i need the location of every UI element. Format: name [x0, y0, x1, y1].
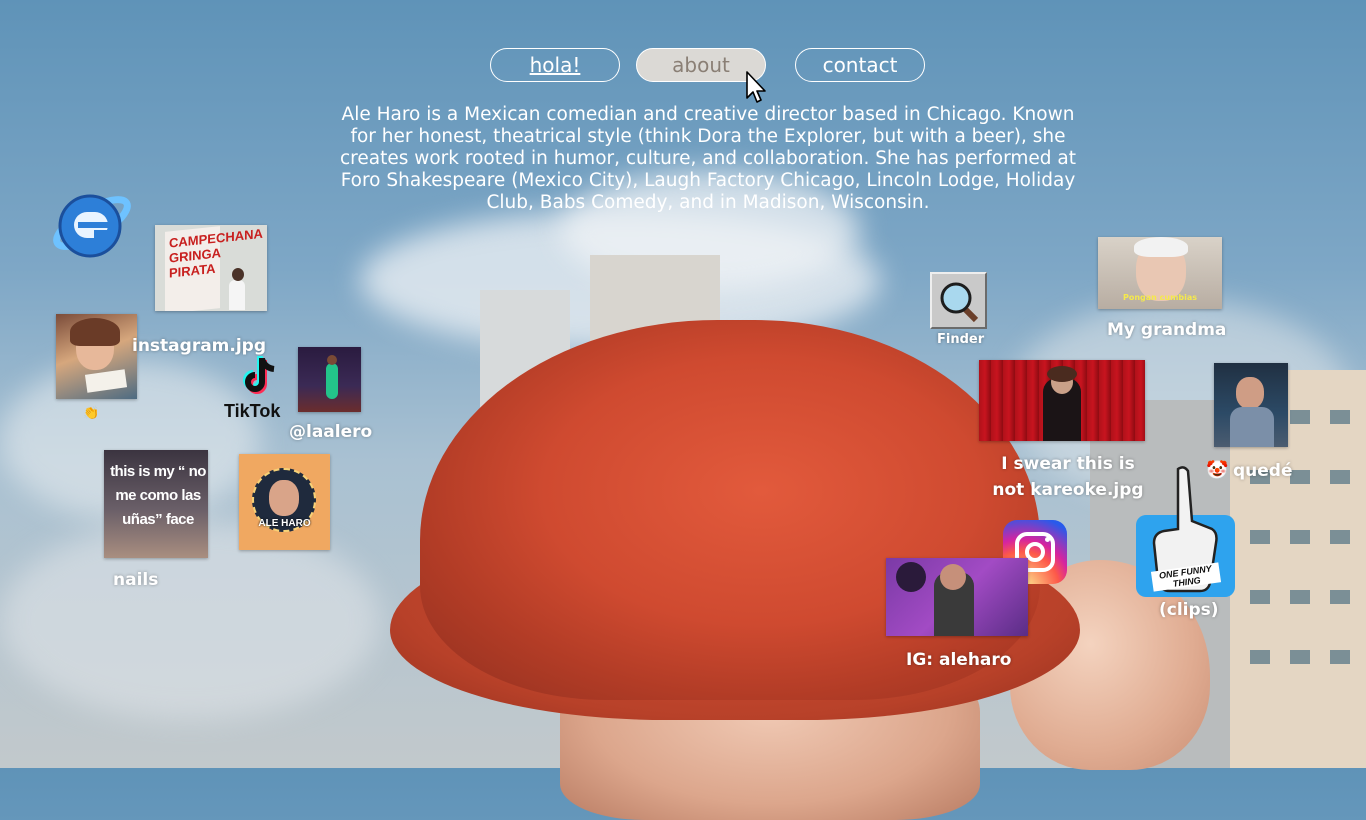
tiktok-icon[interactable]: TikTok	[222, 355, 298, 425]
nails-caption: this is my “ no me como las uñas” face	[110, 463, 206, 528]
one-funny-thing-icon[interactable]: ONE FUNNY THING	[1136, 466, 1235, 597]
grandma-caption: Pongan cumbias	[1122, 293, 1198, 302]
finder-label: Finder	[937, 332, 985, 347]
instagram-jpg-label: instagram.jpg	[132, 336, 267, 356]
ig-aleharo-photo[interactable]	[886, 558, 1028, 636]
nav-contact-button[interactable]: contact	[795, 48, 925, 82]
tiktok-stage-photo[interactable]	[298, 347, 361, 412]
clap-emoji-icon: 👏	[83, 406, 100, 421]
kareoke-label: I swear this is not kareoke.jpg	[992, 454, 1144, 500]
nails-photo[interactable]: this is my “ no me como las uñas” face	[104, 450, 208, 558]
internet-explorer-icon[interactable]	[48, 178, 136, 268]
kareoke-photo[interactable]	[979, 360, 1145, 441]
quede-photo[interactable]	[1214, 363, 1288, 447]
tiktok-handle-label: @laalero	[289, 422, 373, 442]
bio-paragraph: Ale Haro is a Mexican comedian and creat…	[339, 104, 1077, 213]
grandma-photo[interactable]: Pongan cumbias	[1098, 237, 1222, 309]
gringa-pirata-photo[interactable]: CAMPECHANA GRINGA PIRATA	[155, 225, 267, 311]
ale-haro-poster[interactable]: ALE HARO	[239, 454, 330, 550]
poster-name: ALE HARO	[258, 518, 311, 529]
tiktok-note-icon	[243, 356, 275, 394]
instagram-jpg-photo[interactable]	[56, 314, 137, 399]
campechana-sign-text: CAMPECHANA GRINGA PIRATA	[169, 225, 263, 281]
grandma-label: My grandma	[1107, 320, 1227, 340]
clips-label: (clips)	[1159, 600, 1219, 620]
magnifier-icon	[940, 282, 979, 323]
nails-label: nails	[113, 570, 159, 590]
quede-label: quedé	[1233, 461, 1293, 481]
mouse-cursor-icon	[746, 71, 766, 103]
finder-icon[interactable]	[930, 272, 987, 329]
ig-aleharo-label: IG: aleharo	[906, 650, 1012, 670]
nav-hola-button[interactable]: hola!	[490, 48, 620, 82]
tiktok-wordmark: TikTok	[224, 401, 281, 421]
